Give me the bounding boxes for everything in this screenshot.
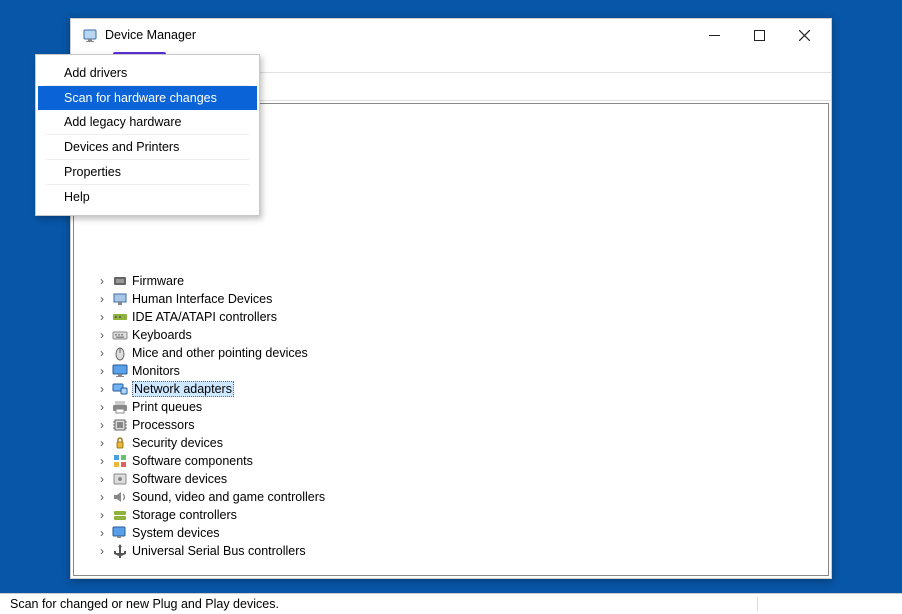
category-label[interactable]: Human Interface Devices bbox=[132, 292, 272, 306]
expander-icon[interactable] bbox=[96, 400, 108, 414]
category-label[interactable]: Sound, video and game controllers bbox=[132, 490, 325, 504]
expander-icon[interactable] bbox=[96, 274, 108, 288]
category-mouse[interactable]: Mice and other pointing devices bbox=[96, 344, 824, 362]
expander-icon[interactable] bbox=[96, 328, 108, 342]
hid-icon bbox=[112, 291, 128, 307]
category-firmware[interactable]: Firmware bbox=[96, 272, 824, 290]
menu-properties[interactable]: Properties bbox=[46, 160, 249, 185]
category-label[interactable]: Firmware bbox=[132, 274, 184, 288]
monitor-icon bbox=[112, 363, 128, 379]
storage-icon bbox=[112, 507, 128, 523]
window-controls bbox=[692, 20, 827, 50]
category-label[interactable]: Software components bbox=[132, 454, 253, 468]
expander-icon[interactable] bbox=[96, 472, 108, 486]
menu-scan-hardware[interactable]: Scan for hardware changes bbox=[38, 86, 257, 110]
category-label[interactable]: System devices bbox=[132, 526, 220, 540]
expander-icon[interactable] bbox=[96, 508, 108, 522]
system-icon bbox=[112, 525, 128, 541]
category-storage[interactable]: Storage controllers bbox=[96, 506, 824, 524]
category-swd[interactable]: Software devices bbox=[96, 470, 824, 488]
category-usb[interactable]: Universal Serial Bus controllers bbox=[96, 542, 824, 560]
status-text: Scan for changed or new Plug and Play de… bbox=[4, 597, 758, 611]
expander-icon[interactable] bbox=[96, 310, 108, 324]
menu-devices-printers[interactable]: Devices and Printers bbox=[46, 135, 249, 160]
category-label[interactable]: Monitors bbox=[132, 364, 180, 378]
keyboard-icon bbox=[112, 327, 128, 343]
category-label[interactable]: Security devices bbox=[132, 436, 223, 450]
mouse-icon bbox=[112, 345, 128, 361]
expander-icon[interactable] bbox=[96, 364, 108, 378]
ide-icon bbox=[112, 309, 128, 325]
category-keyboard[interactable]: Keyboards bbox=[96, 326, 824, 344]
category-label[interactable]: Software devices bbox=[132, 472, 227, 486]
category-label[interactable]: Network adapters bbox=[132, 381, 234, 397]
expander-icon[interactable] bbox=[96, 544, 108, 558]
category-hid[interactable]: Human Interface Devices bbox=[96, 290, 824, 308]
category-label[interactable]: Storage controllers bbox=[132, 508, 237, 522]
category-printer[interactable]: Print queues bbox=[96, 398, 824, 416]
statusbar: Scan for changed or new Plug and Play de… bbox=[0, 593, 902, 614]
expander-icon[interactable] bbox=[96, 292, 108, 306]
category-cpu[interactable]: Processors bbox=[96, 416, 824, 434]
category-label[interactable]: Processors bbox=[132, 418, 195, 432]
window-title: Device Manager bbox=[105, 28, 692, 42]
expander-icon[interactable] bbox=[96, 454, 108, 468]
swc-icon bbox=[112, 453, 128, 469]
category-label[interactable]: Print queues bbox=[132, 400, 202, 414]
menu-add-drivers[interactable]: Add drivers bbox=[46, 61, 249, 86]
expander-icon[interactable] bbox=[96, 526, 108, 540]
category-system[interactable]: System devices bbox=[96, 524, 824, 542]
printer-icon bbox=[112, 399, 128, 415]
expander-icon[interactable] bbox=[96, 382, 108, 396]
network-icon bbox=[112, 381, 128, 397]
menu-add-legacy[interactable]: Add legacy hardware bbox=[46, 110, 249, 135]
category-swc[interactable]: Software components bbox=[96, 452, 824, 470]
category-label[interactable]: IDE ATA/ATAPI controllers bbox=[132, 310, 277, 324]
minimize-button[interactable] bbox=[692, 20, 737, 50]
usb-icon bbox=[112, 543, 128, 559]
expander-icon[interactable] bbox=[96, 490, 108, 504]
menu-help-item[interactable]: Help bbox=[46, 185, 249, 209]
category-label[interactable]: Universal Serial Bus controllers bbox=[132, 544, 306, 558]
swd-icon bbox=[112, 471, 128, 487]
category-ide[interactable]: IDE ATA/ATAPI controllers bbox=[96, 308, 824, 326]
category-label[interactable]: Mice and other pointing devices bbox=[132, 346, 308, 360]
category-security[interactable]: Security devices bbox=[96, 434, 824, 452]
expander-icon[interactable] bbox=[96, 436, 108, 450]
category-monitor[interactable]: Monitors bbox=[96, 362, 824, 380]
category-network[interactable]: Network adapters bbox=[96, 380, 824, 398]
maximize-button[interactable] bbox=[737, 20, 782, 50]
security-icon bbox=[112, 435, 128, 451]
firmware-icon bbox=[112, 273, 128, 289]
titlebar: Device Manager bbox=[71, 19, 831, 51]
category-label[interactable]: Keyboards bbox=[132, 328, 192, 342]
action-dropdown: Add drivers Scan for hardware changes Ad… bbox=[35, 54, 260, 216]
close-button[interactable] bbox=[782, 20, 827, 50]
expander-icon[interactable] bbox=[96, 418, 108, 432]
expander-icon[interactable] bbox=[96, 346, 108, 360]
category-sound[interactable]: Sound, video and game controllers bbox=[96, 488, 824, 506]
cpu-icon bbox=[112, 417, 128, 433]
app-icon bbox=[83, 27, 99, 43]
sound-icon bbox=[112, 489, 128, 505]
